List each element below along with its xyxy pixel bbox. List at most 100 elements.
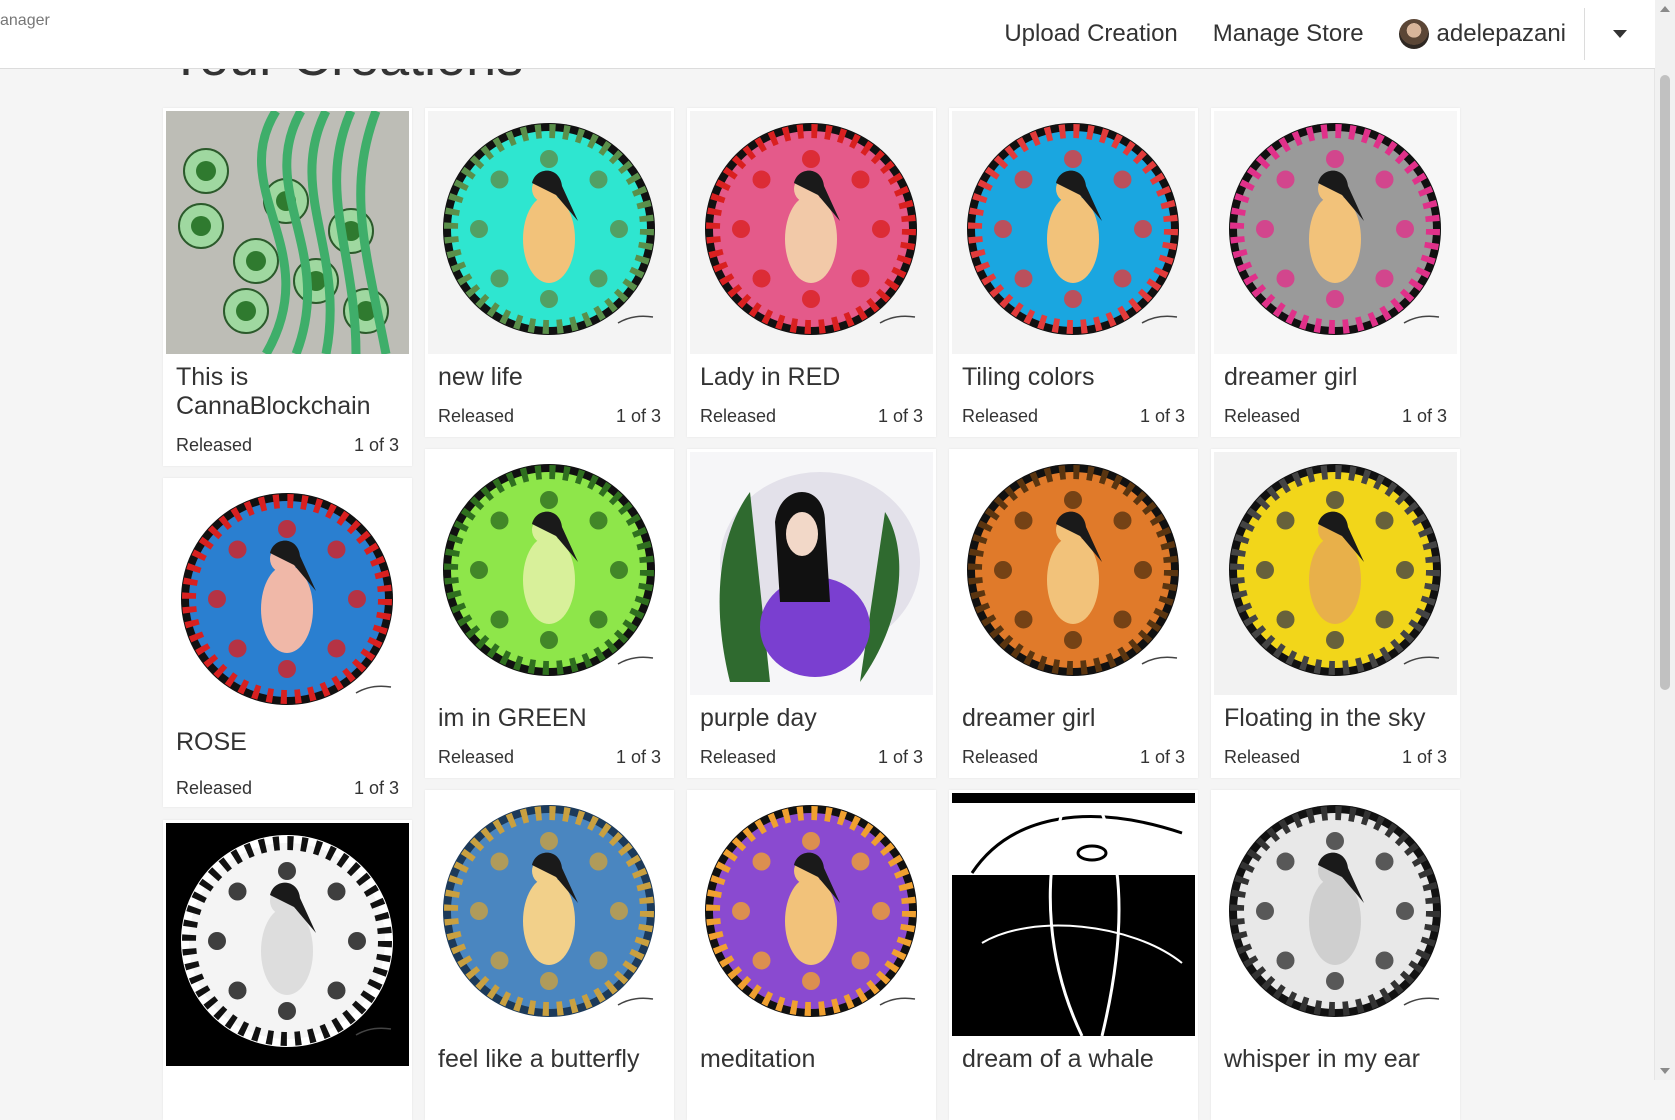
creation-meta: Released 1 of 3 (1224, 406, 1447, 427)
creation-card[interactable]: new life Released 1 of 3 (425, 108, 674, 437)
creation-status: Released (700, 747, 777, 767)
creation-title: This is CannaBlockchain (176, 363, 371, 420)
artwork-image (1214, 452, 1457, 695)
creation-edition: 1 of 3 (353, 778, 399, 798)
creation-edition: 1 of 3 (353, 435, 399, 455)
creation-title: whisper in my ear (1224, 1045, 1420, 1073)
artwork-image (166, 111, 409, 354)
avatar (1398, 19, 1429, 49)
creation-card[interactable]: meditation (687, 790, 936, 1120)
creation-card[interactable]: Floating in the sky Released 1 of 3 (1211, 449, 1460, 778)
creation-title: ROSE (176, 728, 247, 756)
artwork-image (1214, 111, 1457, 354)
creation-edition: 1 of 3 (1139, 406, 1185, 426)
creation-edition: 1 of 3 (1401, 747, 1447, 767)
creation-meta: Released 1 of 3 (438, 406, 661, 427)
creation-card[interactable]: ROSE Released 1 of 3 (163, 478, 412, 807)
creation-meta: Released 1 of 3 (1224, 747, 1447, 768)
creation-card[interactable]: purple day Released 1 of 3 (687, 449, 936, 778)
creation-meta: Released 1 of 3 (176, 435, 399, 456)
dropdown-toggle[interactable] (1585, 0, 1655, 68)
creation-meta: Released 1 of 3 (962, 747, 1185, 768)
artwork-image (428, 452, 671, 695)
artwork-image (952, 452, 1195, 695)
creation-title: purple day (700, 704, 817, 732)
creation-thumbnail[interactable] (690, 452, 933, 695)
upload-creation-link[interactable]: Upload Creation (1004, 20, 1177, 48)
creation-thumbnail[interactable] (428, 111, 671, 354)
creation-card[interactable]: dream of a whale (949, 790, 1198, 1120)
creation-thumbnail[interactable] (428, 793, 671, 1036)
creation-title: Tiling colors (962, 363, 1095, 391)
creation-thumbnail[interactable] (1214, 111, 1457, 354)
manage-store-link[interactable]: Manage Store (1213, 20, 1364, 48)
creation-status: Released (1224, 406, 1301, 426)
creation-edition: 1 of 3 (877, 747, 923, 767)
creation-thumbnail[interactable] (690, 111, 933, 354)
scroll-down-arrow-icon[interactable] (1660, 1068, 1670, 1074)
creation-status: Released (700, 406, 777, 426)
chevron-down-icon (1613, 30, 1627, 38)
creation-status: Released (962, 406, 1039, 426)
creation-thumbnail[interactable] (1214, 793, 1457, 1036)
creation-title: im in GREEN (438, 704, 587, 732)
user-menu[interactable]: adelepazani (1398, 19, 1566, 49)
creation-card[interactable] (163, 820, 412, 1120)
creation-status: Released (176, 778, 253, 798)
creation-card[interactable]: This is CannaBlockchain Released 1 of 3 (163, 108, 412, 466)
creation-thumbnail[interactable] (690, 793, 933, 1036)
artwork-image (428, 111, 671, 354)
creation-card[interactable]: dreamer girl Released 1 of 3 (949, 449, 1198, 778)
creation-title: dream of a whale (962, 1045, 1154, 1073)
creation-thumbnail[interactable] (428, 452, 671, 695)
creation-thumbnail[interactable] (166, 111, 409, 354)
creation-card[interactable]: im in GREEN Released 1 of 3 (425, 449, 674, 778)
creation-title: Lady in RED (700, 363, 841, 391)
creation-card[interactable]: feel like a butterfly (425, 790, 674, 1120)
creation-status: Released (438, 747, 515, 767)
creation-thumbnail[interactable] (952, 793, 1195, 1036)
creation-title: dreamer girl (962, 704, 1096, 732)
creation-meta: Released 1 of 3 (962, 406, 1185, 427)
creation-edition: 1 of 3 (615, 747, 661, 767)
creation-meta: Released 1 of 3 (176, 778, 399, 799)
brand-link[interactable]: anager (0, 12, 50, 30)
creation-title: Floating in the sky (1224, 704, 1426, 732)
creation-card[interactable]: Lady in RED Released 1 of 3 (687, 108, 936, 437)
creation-status: Released (176, 435, 253, 455)
creation-thumbnail[interactable] (166, 823, 409, 1066)
creation-thumbnail[interactable] (952, 452, 1195, 695)
creation-edition: 1 of 3 (877, 406, 923, 426)
scroll-up-arrow-icon[interactable] (1660, 6, 1670, 12)
page-scrollbar[interactable] (1654, 0, 1675, 1080)
creation-card[interactable]: Tiling colors Released 1 of 3 (949, 108, 1198, 437)
artwork-image (690, 452, 933, 695)
creation-status: Released (1224, 747, 1301, 767)
artwork-image (166, 823, 409, 1066)
creation-card[interactable]: dreamer girl Released 1 of 3 (1211, 108, 1460, 437)
creation-thumbnail[interactable] (952, 111, 1195, 354)
scrollbar-thumb[interactable] (1660, 75, 1670, 690)
username-label: adelepazani (1436, 20, 1566, 47)
artwork-image (952, 793, 1195, 1036)
creation-title: new life (438, 363, 523, 391)
creation-title: dreamer girl (1224, 363, 1358, 391)
artwork-image (690, 793, 933, 1036)
nav-links: Upload Creation Manage Store adelepazani (1004, 0, 1655, 68)
creation-status: Released (438, 406, 515, 426)
artwork-image (1214, 793, 1457, 1036)
creation-title: feel like a butterfly (438, 1045, 640, 1073)
creation-title: meditation (700, 1045, 816, 1073)
artwork-image (690, 111, 933, 354)
creation-card[interactable]: whisper in my ear (1211, 790, 1460, 1120)
artwork-image (952, 111, 1195, 354)
creation-edition: 1 of 3 (615, 406, 661, 426)
creation-edition: 1 of 3 (1139, 747, 1185, 767)
creation-edition: 1 of 3 (1401, 406, 1447, 426)
creation-meta: Released 1 of 3 (700, 406, 923, 427)
artwork-image (166, 481, 409, 724)
creation-thumbnail[interactable] (1214, 452, 1457, 695)
creation-meta: Released 1 of 3 (438, 747, 661, 768)
creation-thumbnail[interactable] (166, 481, 409, 724)
creation-meta: Released 1 of 3 (700, 747, 923, 768)
